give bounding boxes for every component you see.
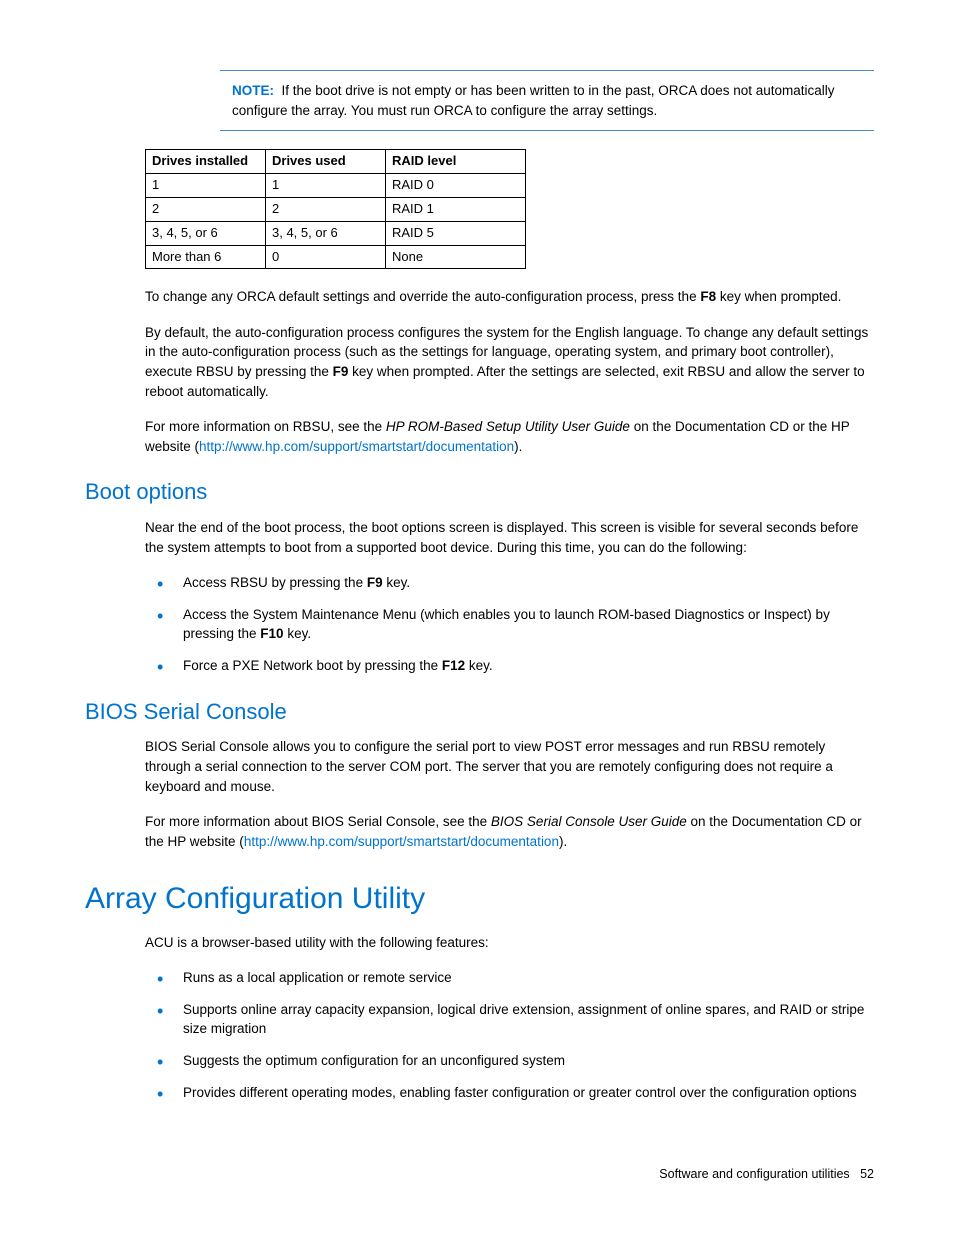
table-cell: 1 <box>266 173 386 197</box>
col-header: Drives used <box>266 150 386 174</box>
list-item: Provides different operating modes, enab… <box>145 1083 874 1103</box>
key-label: F9 <box>367 575 383 590</box>
hp-support-link[interactable]: http://www.hp.com/support/smartstart/doc… <box>244 834 559 849</box>
list-item: Runs as a local application or remote se… <box>145 968 874 988</box>
heading-bios-console: BIOS Serial Console <box>85 696 874 728</box>
raid-table: Drives installed Drives used RAID level … <box>145 149 526 269</box>
col-header: RAID level <box>386 150 526 174</box>
table-cell: 3, 4, 5, or 6 <box>266 221 386 245</box>
table-cell: More than 6 <box>146 245 266 269</box>
paragraph-acu-intro: ACU is a browser-based utility with the … <box>145 933 874 953</box>
key-label: F12 <box>442 658 465 673</box>
paragraph-bios-1: BIOS Serial Console allows you to config… <box>145 737 874 796</box>
table-cell: RAID 5 <box>386 221 526 245</box>
paragraph-rbsu-info: For more information on RBSU, see the HP… <box>145 417 874 456</box>
acu-features-list: Runs as a local application or remote se… <box>145 968 874 1102</box>
boot-options-list: Access RBSU by pressing the F9 key. Acces… <box>145 573 874 675</box>
page-footer: Software and configuration utilities 52 <box>659 1165 874 1183</box>
table-cell: 3, 4, 5, or 6 <box>146 221 266 245</box>
guide-title: HP ROM-Based Setup Utility User Guide <box>386 419 630 434</box>
list-item: Force a PXE Network boot by pressing the… <box>145 656 874 676</box>
hp-support-link[interactable]: http://www.hp.com/support/smartstart/doc… <box>199 439 514 454</box>
table-header-row: Drives installed Drives used RAID level <box>146 150 526 174</box>
key-label: F10 <box>260 626 283 641</box>
list-item: Supports online array capacity expansion… <box>145 1000 874 1039</box>
paragraph-bios-2: For more information about BIOS Serial C… <box>145 812 874 851</box>
table-cell: 1 <box>146 173 266 197</box>
key-f8: F8 <box>700 289 716 304</box>
guide-title: BIOS Serial Console User Guide <box>491 814 687 829</box>
paragraph-auto-config: By default, the auto-configuration proce… <box>145 323 874 401</box>
list-item: Suggests the optimum configuration for a… <box>145 1051 874 1071</box>
footer-section: Software and configuration utilities <box>659 1167 849 1181</box>
heading-boot-options: Boot options <box>85 476 874 508</box>
list-item: Access RBSU by pressing the F9 key. <box>145 573 874 593</box>
table-row: 22RAID 1 <box>146 197 526 221</box>
note-text: If the boot drive is not empty or has be… <box>232 83 835 118</box>
table-cell: RAID 0 <box>386 173 526 197</box>
table-cell: 2 <box>266 197 386 221</box>
table-cell: 0 <box>266 245 386 269</box>
note-box: NOTE: If the boot drive is not empty or … <box>220 70 874 131</box>
table-cell: 2 <box>146 197 266 221</box>
list-item: Access the System Maintenance Menu (whic… <box>145 605 874 644</box>
col-header: Drives installed <box>146 150 266 174</box>
heading-acu: Array Configuration Utility <box>85 877 874 921</box>
table-cell: None <box>386 245 526 269</box>
table-row: More than 60None <box>146 245 526 269</box>
table-cell: RAID 1 <box>386 197 526 221</box>
table-row: 3, 4, 5, or 63, 4, 5, or 6RAID 5 <box>146 221 526 245</box>
note-label: NOTE: <box>232 83 274 98</box>
paragraph-boot-intro: Near the end of the boot process, the bo… <box>145 518 874 557</box>
footer-page: 52 <box>860 1167 874 1181</box>
table-row: 11RAID 0 <box>146 173 526 197</box>
key-f9: F9 <box>333 364 349 379</box>
paragraph-orca: To change any ORCA default settings and … <box>145 287 874 307</box>
